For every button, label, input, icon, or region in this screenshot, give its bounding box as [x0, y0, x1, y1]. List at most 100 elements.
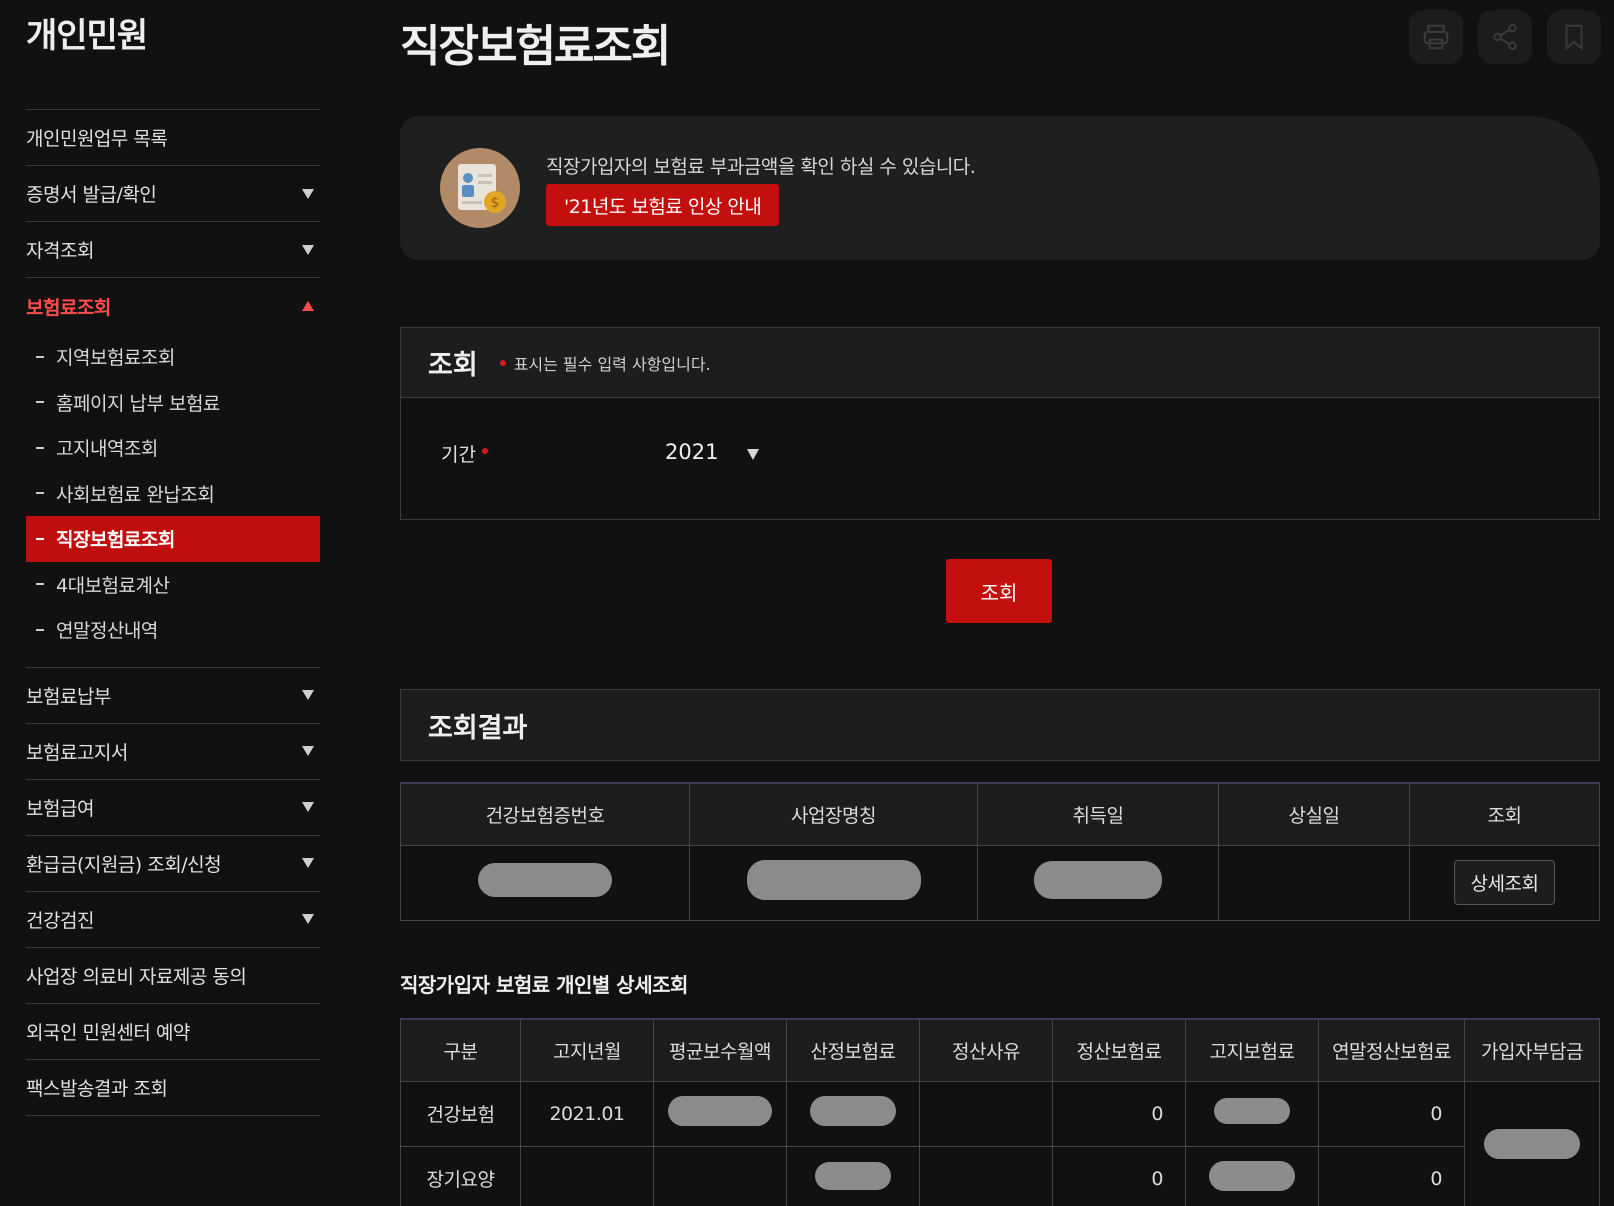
period-select[interactable]: 2021 [665, 440, 718, 464]
table-header-row: 건강보험증번호 사업장명칭 취득일 상실일 조회 [400, 782, 1600, 846]
dropdown-arrow-icon[interactable] [747, 449, 759, 460]
dash-icon [36, 446, 44, 449]
column-header: 정산사유 [919, 1018, 1053, 1082]
dash-icon [36, 355, 44, 358]
sidebar-item-payment[interactable]: 보험료납부 [26, 668, 320, 724]
submenu-item-regional[interactable]: 지역보험료조회 [26, 334, 320, 380]
type-cell: 건강보험 [400, 1080, 521, 1147]
sidebar-item-civil-list[interactable]: 개인민원업무 목록 [26, 110, 320, 166]
share-button[interactable] [1478, 10, 1532, 64]
column-header: 정산보험료 [1052, 1018, 1186, 1082]
search-button[interactable]: 조회 [946, 559, 1052, 623]
info-text: 직장가입자의 보험료 부과금액을 확인 하실 수 있습니다. [546, 156, 976, 178]
month-cell: 2021.01 [520, 1080, 654, 1147]
share-icon [1493, 24, 1517, 50]
detail-heading: 직장가입자 보험료 개인별 상세조회 [400, 973, 688, 997]
bookmark-button[interactable] [1547, 10, 1601, 64]
detail-table: 구분 고지년월 평균보수월액 산정보험료 정산사유 정산보험료 고지보험료 연말… [400, 1018, 1600, 1206]
chevron-down-icon [302, 244, 314, 255]
query-panel: 조회 표시는 필수 입력 사항입니다. 기간 2021 [400, 327, 1600, 520]
sidebar-item-checkup[interactable]: 건강검진 [26, 892, 320, 948]
result-table: 건강보험증번호 사업장명칭 취득일 상실일 조회 상세조회 [400, 782, 1600, 921]
submenu-item-calculator[interactable]: 4대보험료계산 [26, 562, 320, 608]
result-header: 조회결과 [400, 689, 1600, 761]
period-label: 기간 [441, 440, 488, 467]
result-title: 조회결과 [428, 712, 528, 744]
sidebar-item-label: 증명서 발급/확인 [26, 184, 157, 206]
year-end-cell: 0 [1318, 1145, 1465, 1206]
submenu-item-full-payment[interactable]: 사회보험료 완납조회 [26, 471, 320, 517]
sidebar-item-notice[interactable]: 보험료고지서 [26, 724, 320, 780]
required-dot-icon [481, 447, 488, 454]
column-header: 사업장명칭 [689, 782, 978, 846]
redacted-value [1484, 1128, 1580, 1159]
insurance-card-icon: $ [440, 148, 520, 228]
sidebar-item-label: 자격조회 [26, 240, 94, 262]
empty-cell [919, 1145, 1053, 1206]
chevron-down-icon [302, 746, 314, 756]
sidebar-item-medical-consent[interactable]: 사업장 의료비 자료제공 동의 [26, 948, 320, 1004]
sidebar-item-label: 환급금(지원금) 조회/신청 [26, 853, 222, 876]
period-label-text: 기간 [441, 444, 476, 466]
redacted-cell [689, 844, 978, 921]
settle-premium-cell: 0 [1052, 1080, 1186, 1147]
redacted-cell [1185, 1145, 1319, 1206]
submenu-item-label: 홈페이지 납부 보험료 [56, 392, 220, 415]
chevron-down-icon [302, 690, 314, 700]
print-button[interactable] [1409, 10, 1463, 64]
sidebar-item-label: 사업장 의료비 자료제공 동의 [26, 965, 247, 988]
redacted-value [478, 863, 612, 897]
column-header: 고지보험료 [1185, 1018, 1319, 1082]
sidebar-title: 개인민원 [26, 16, 148, 56]
query-header: 조회 표시는 필수 입력 사항입니다. [401, 328, 1599, 398]
svg-text:$: $ [491, 195, 500, 211]
submenu-item-year-end[interactable]: 연말정산내역 [26, 607, 320, 653]
dash-icon [36, 583, 44, 586]
column-header: 산정보험료 [786, 1018, 920, 1082]
submenu-item-workplace[interactable]: 직장보험료조회 [26, 516, 320, 562]
submenu-item-homepage-paid[interactable]: 홈페이지 납부 보험료 [26, 380, 320, 426]
action-cell: 상세조회 [1409, 844, 1600, 921]
sidebar-item-certificate[interactable]: 증명서 발급/확인 [26, 166, 320, 222]
redacted-value [1209, 1161, 1295, 1191]
chevron-down-icon [302, 858, 314, 868]
redacted-cell [400, 844, 690, 921]
detail-inquiry-button[interactable]: 상세조회 [1453, 860, 1556, 905]
redacted-value [1034, 861, 1162, 899]
premium-increase-notice-button[interactable]: '21년도 보험료 인상 안내 [546, 184, 780, 226]
column-header: 평균보수월액 [653, 1018, 787, 1082]
chevron-up-icon [302, 301, 314, 311]
sidebar-item-refund[interactable]: 환급금(지원금) 조회/신청 [26, 836, 320, 892]
redacted-cell [653, 1080, 787, 1147]
sidebar-item-eligibility[interactable]: 자격조회 [26, 222, 320, 278]
sidebar-item-premium-inquiry[interactable]: 보험료조회 [26, 278, 320, 334]
redacted-value [746, 860, 921, 900]
redacted-value [815, 1162, 891, 1190]
submenu-item-label: 4대보험료계산 [56, 574, 170, 597]
table-row: 상세조회 [400, 844, 1600, 921]
sidebar-submenu: 지역보험료조회 홈페이지 납부 보험료 고지내역조회 사회보험료 완납조회 직장… [26, 334, 320, 668]
bookmark-icon [1565, 24, 1583, 51]
column-header: 상실일 [1218, 782, 1410, 846]
chevron-down-icon [302, 188, 314, 199]
submenu-item-label: 지역보험료조회 [56, 347, 175, 370]
table-row: 장기요양 0 0 [400, 1145, 1600, 1206]
column-header: 고지년월 [520, 1018, 654, 1082]
column-header: 취득일 [977, 782, 1219, 846]
type-cell: 장기요양 [400, 1145, 521, 1206]
table-row: 건강보험 2021.01 0 0 [400, 1080, 1600, 1206]
sidebar-item-foreigner-reservation[interactable]: 외국인 민원센터 예약 [26, 1004, 320, 1060]
month-cell [520, 1145, 654, 1206]
dash-icon [36, 628, 44, 631]
redacted-cell [786, 1080, 920, 1147]
required-note: 표시는 필수 입력 사항입니다. [513, 354, 711, 374]
sidebar-item-label: 보험료고지서 [26, 741, 128, 764]
sidebar-item-fax-result[interactable]: 팩스발송결과 조회 [26, 1060, 320, 1116]
submenu-item-label: 고지내역조회 [56, 438, 158, 461]
sidebar-item-label: 보험급여 [26, 797, 94, 820]
year-end-cell: 0 [1318, 1080, 1465, 1147]
submenu-item-notice-history[interactable]: 고지내역조회 [26, 425, 320, 471]
sidebar-item-benefits[interactable]: 보험급여 [26, 780, 320, 836]
redacted-cell [1464, 1080, 1600, 1206]
column-header: 구분 [400, 1018, 521, 1082]
